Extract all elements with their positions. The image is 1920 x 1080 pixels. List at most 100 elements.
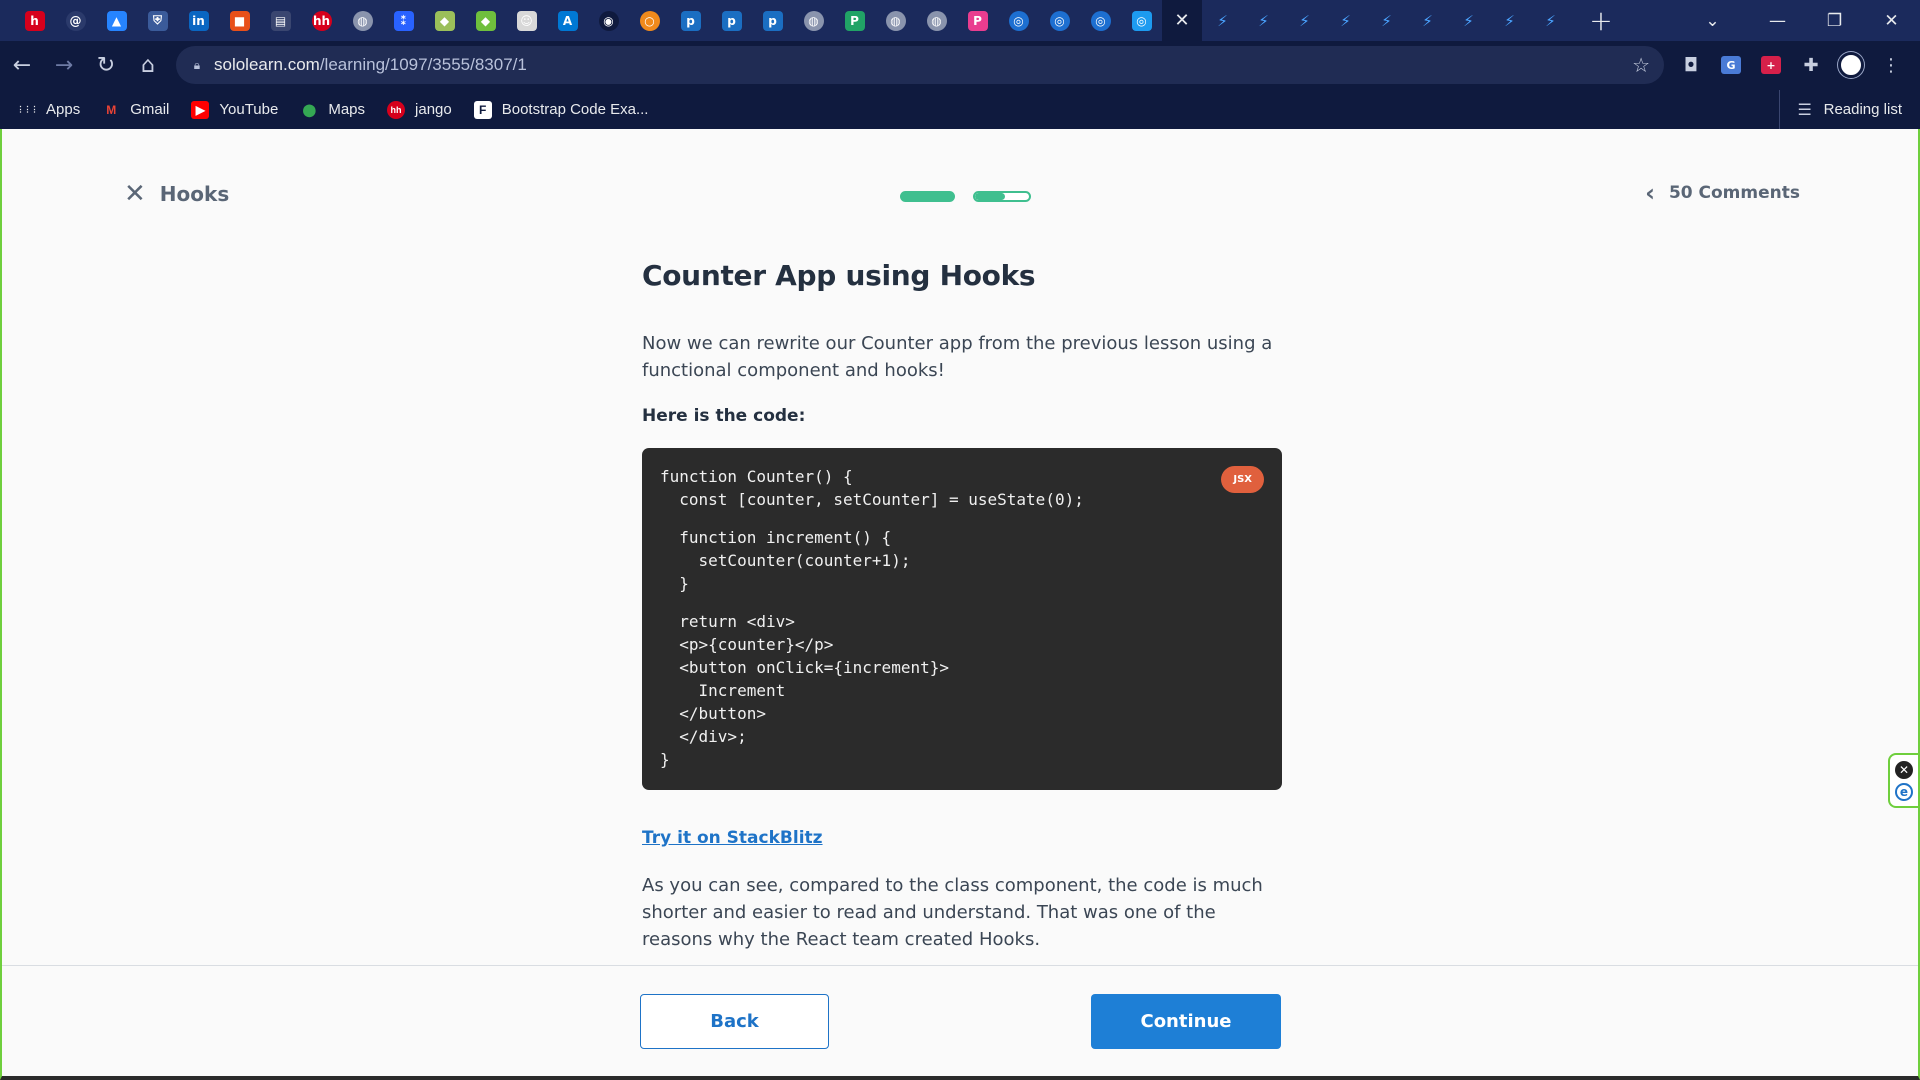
tab-shield[interactable]: ⛨ [137, 0, 178, 41]
menu-kebab-icon[interactable]: ⋮ [1874, 48, 1908, 82]
tab-globe-2[interactable]: ◍ [793, 0, 834, 41]
home-icon[interactable]: ⌂ [128, 46, 168, 86]
tab-favicon-icon: ◍ [803, 10, 824, 31]
close-lesson-button[interactable]: ✕ Hooks [124, 181, 229, 207]
tab-bolt-4[interactable]: ⚡ [1325, 0, 1366, 41]
bookmark-youtube[interactable]: ▶ YouTube [191, 100, 278, 119]
comments-button[interactable]: ‹ 50 Comments [1645, 181, 1800, 205]
bolt-icon: ⚡ [1545, 11, 1556, 30]
forward-arrow-icon[interactable]: → [44, 46, 84, 86]
minimize-button[interactable]: — [1749, 0, 1806, 41]
tab-favicon-icon: ▤ [270, 10, 291, 31]
tab-ring-blue-4[interactable]: ◎ [1121, 0, 1162, 41]
tab-favicon-icon: ⛨ [147, 10, 168, 31]
tab-hh-2[interactable]: hh [301, 0, 342, 41]
bookmark-apps[interactable]: ⋮⋮⋮ Apps [17, 101, 81, 119]
reading-list-button[interactable]: ☰ Reading list [1778, 90, 1902, 129]
tab-bolt-5[interactable]: ⚡ [1366, 0, 1407, 41]
tab-bolt-8[interactable]: ⚡ [1489, 0, 1530, 41]
tab-globe-1[interactable]: ◍ [342, 0, 383, 41]
tab-bolt-6[interactable]: ⚡ [1407, 0, 1448, 41]
tab-bolt-1[interactable]: ⚡ [1202, 0, 1243, 41]
bookmark-icon: ⬤ [302, 102, 317, 117]
bookmark-label: Bootstrap Code Exa... [501, 101, 649, 118]
tab-atlassian[interactable]: ▲ [96, 0, 137, 41]
tab-p-green[interactable]: P [834, 0, 875, 41]
avatar[interactable] [1834, 48, 1868, 82]
tab-p-2[interactable]: p [711, 0, 752, 41]
close-window-button[interactable]: ✕ [1863, 0, 1920, 41]
bookmark-maps[interactable]: ⬤ Maps [300, 101, 365, 119]
tab-p-pink[interactable]: P [957, 0, 998, 41]
bolt-icon: ⚡ [1381, 11, 1392, 30]
widget-close-icon[interactable]: ✕ [1895, 760, 1913, 779]
tab-bolt-blue[interactable]: ⁑ [383, 0, 424, 41]
puzzle-icon[interactable]: ✚ [1794, 48, 1828, 82]
tab-ring-blue-2[interactable]: ◎ [1039, 0, 1080, 41]
tab-bolt-2[interactable]: ⚡ [1243, 0, 1284, 41]
restore-button[interactable]: ❐ [1806, 0, 1863, 41]
tab-bolt-3[interactable]: ⚡ [1284, 0, 1325, 41]
tab-github[interactable]: ◉ [588, 0, 629, 41]
code-line: function increment() { [660, 528, 892, 547]
tab-strip: h @ ▲ ⛨ in ■ ▤ hh ◍ ⁑ ◆ ◆ ☺ A ◉ ○ p p p ◍ P ◍ ◍ P ◎ ◎ ◎ ◎ ✕ ⚡ ⚡ ⚡ ⚡ ⚡ ⚡ ⚡ ⚡ ⚡… [0, 0, 1920, 41]
tab-bolt-9[interactable]: ⚡ [1530, 0, 1571, 41]
tab-ring-blue-3[interactable]: ◎ [1080, 0, 1121, 41]
bookmark-gmail[interactable]: M Gmail [102, 101, 169, 119]
tab-p-1[interactable]: p [670, 0, 711, 41]
tab-android-2[interactable]: ◆ [465, 0, 506, 41]
code-line: </button> [660, 704, 766, 723]
bookmark-star-icon[interactable]: ☆ [1632, 53, 1650, 77]
lesson-progress [900, 191, 1031, 202]
close-icon: ✕ [124, 179, 146, 209]
tab-book[interactable]: ▤ [260, 0, 301, 41]
bolt-icon: ⚡ [1340, 11, 1351, 30]
tab-ring[interactable]: ○ [629, 0, 670, 41]
floating-widget[interactable]: ✕ e [1888, 753, 1918, 808]
tab-favicon-icon: in [188, 10, 209, 31]
bookmark-icon: M [106, 102, 117, 117]
tab-at[interactable]: @ [55, 0, 96, 41]
continue-button[interactable]: Continue [1091, 994, 1281, 1049]
close-tab-icon[interactable]: ✕ [1172, 10, 1192, 31]
tab-globe-3[interactable]: ◍ [875, 0, 916, 41]
try-it-link[interactable]: Try it on StackBlitz [642, 828, 823, 848]
translate-icon[interactable]: G [1714, 48, 1748, 82]
extension-plus-icon[interactable]: + [1754, 48, 1788, 82]
bookmark-bootstrap-code-exa[interactable]: F Bootstrap Code Exa... [473, 100, 649, 119]
bookmark-jango[interactable]: hh jango [387, 100, 452, 119]
window-controls: ⌄ — ❐ ✕ [1684, 0, 1920, 41]
new-tab-button[interactable]: + [1585, 4, 1617, 37]
tab-p-3[interactable]: p [752, 0, 793, 41]
active-tab[interactable]: ✕ [1162, 0, 1202, 41]
camera-icon[interactable]: ◘ [1674, 48, 1708, 82]
back-arrow-icon[interactable]: ← [2, 46, 42, 86]
progress-step-1 [900, 191, 955, 202]
code-line: function Counter() { [660, 467, 853, 486]
code-line: <button onClick={increment}> [660, 658, 949, 677]
back-button[interactable]: Back [640, 994, 829, 1049]
code-line: Increment [660, 681, 786, 700]
tab-office[interactable]: ■ [219, 0, 260, 41]
url-text[interactable]: sololearn.com/learning/1097/3555/8307/1 [214, 55, 527, 75]
widget-e-icon[interactable]: e [1895, 782, 1913, 801]
browser-toolbar: ← → ↻ ⌂ 🔒︎ sololearn.com/learning/1097/3… [0, 41, 1920, 90]
tab-linkedin[interactable]: in [178, 0, 219, 41]
tab-azure[interactable]: A [547, 0, 588, 41]
tab-avatar[interactable]: ☺ [506, 0, 547, 41]
tab-hh[interactable]: h [14, 0, 55, 41]
tab-favicon-icon: p [680, 10, 701, 31]
tab-android-1[interactable]: ◆ [424, 0, 465, 41]
url-path: /learning/1097/3555/8307/1 [319, 55, 527, 74]
tab-favicon-icon: p [721, 10, 742, 31]
code-line: </div>; [660, 727, 747, 746]
address-bar[interactable]: 🔒︎ sololearn.com/learning/1097/3555/8307… [176, 46, 1664, 84]
reload-icon[interactable]: ↻ [86, 46, 126, 86]
tab-search-icon[interactable]: ⌄ [1684, 0, 1741, 41]
code-line: return <div> [660, 612, 795, 631]
tab-ring-blue-1[interactable]: ◎ [998, 0, 1039, 41]
tab-bolt-7[interactable]: ⚡ [1448, 0, 1489, 41]
tab-favicon-icon: ◎ [1131, 10, 1152, 31]
bolt-icon: ⚡ [1258, 11, 1269, 30]
tab-globe-4[interactable]: ◍ [916, 0, 957, 41]
